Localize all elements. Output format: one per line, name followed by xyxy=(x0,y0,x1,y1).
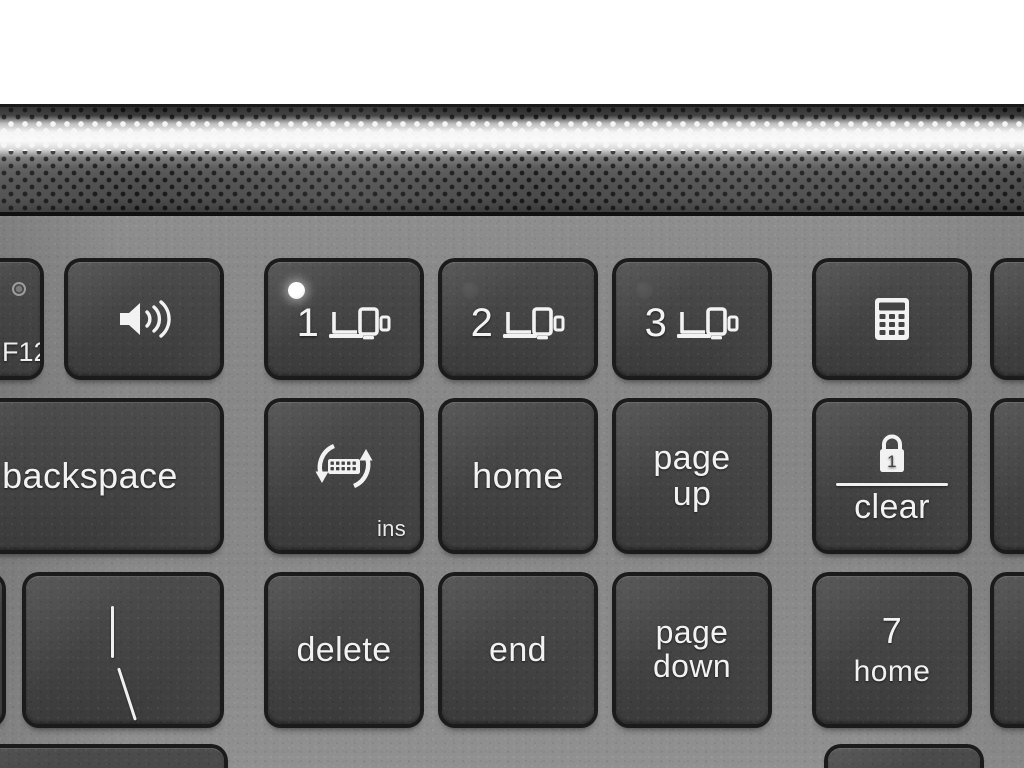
key-numpad-7-number: 7 xyxy=(881,610,903,652)
key-backslash[interactable] xyxy=(26,576,220,724)
key-easy-switch-1[interactable]: 1 xyxy=(268,262,420,376)
led-indicator-2 xyxy=(462,282,479,299)
key-f12-label: F12 xyxy=(2,337,40,367)
key-home-label: home xyxy=(472,454,564,496)
svg-text:1: 1 xyxy=(887,452,897,471)
multi-device-icon xyxy=(501,302,565,344)
key-end-label: end xyxy=(489,630,547,669)
key-delete[interactable]: delete xyxy=(268,576,420,724)
key-f12[interactable]: F12 xyxy=(0,262,40,376)
key-bottom-row-edge[interactable] xyxy=(994,576,1024,724)
key-end[interactable]: end xyxy=(442,576,594,724)
key-enter-partial[interactable] xyxy=(0,576,2,724)
key-numpad-7-sublabel: home xyxy=(853,655,931,689)
strip-sheen xyxy=(0,107,1024,212)
key-insert[interactable]: ins xyxy=(268,402,420,550)
key-page-down-line2: down xyxy=(652,648,732,684)
key-page-up-line1: page xyxy=(653,438,731,477)
key-partial-right[interactable] xyxy=(828,748,980,768)
key-partial-left-wide[interactable] xyxy=(0,748,224,768)
keyboard-layout-switch-icon xyxy=(310,433,378,499)
key-numpad-7-home[interactable]: 7 home xyxy=(816,576,968,724)
key-page-down-line1: page xyxy=(655,614,729,651)
key-page-up-line2: up xyxy=(672,475,712,513)
key-calculator[interactable] xyxy=(816,262,968,376)
key-easy-switch-1-number: 1 xyxy=(296,301,320,345)
multi-device-icon xyxy=(327,302,391,344)
volume-up-icon xyxy=(116,297,172,341)
key-delete-label: delete xyxy=(296,630,392,669)
led-indicator-3 xyxy=(636,282,653,299)
key-middle-row-edge[interactable] xyxy=(994,402,1024,550)
calculator-icon xyxy=(875,298,909,340)
key-clear-label: clear xyxy=(854,487,930,526)
lock-1-icon: 1 xyxy=(873,432,911,474)
mute-icon xyxy=(12,282,26,296)
key-page-down[interactable]: page down xyxy=(616,576,768,724)
key-backspace-label: backspace xyxy=(2,454,178,496)
key-easy-switch-3[interactable]: 3 xyxy=(616,262,768,376)
led-indicator-1 xyxy=(288,282,305,299)
key-function-row-edge[interactable] xyxy=(994,262,1024,376)
key-backspace[interactable]: backspace xyxy=(0,402,220,550)
key-home[interactable]: home xyxy=(442,402,594,550)
key-insert-sublabel: ins xyxy=(376,516,406,541)
key-volume-up[interactable] xyxy=(68,262,220,376)
key-easy-switch-3-number: 3 xyxy=(644,301,668,345)
key-easy-switch-2[interactable]: 2 xyxy=(442,262,594,376)
keyboard-photo: F12 1 xyxy=(0,0,1024,768)
multi-device-icon xyxy=(675,302,739,344)
key-num-lock-clear[interactable]: 1 clear xyxy=(816,402,968,550)
key-easy-switch-2-number: 2 xyxy=(470,301,494,345)
white-backdrop xyxy=(0,0,1024,104)
clear-divider xyxy=(836,482,948,486)
key-page-up[interactable]: page up xyxy=(616,402,768,550)
perforated-speaker-strip xyxy=(0,104,1024,216)
